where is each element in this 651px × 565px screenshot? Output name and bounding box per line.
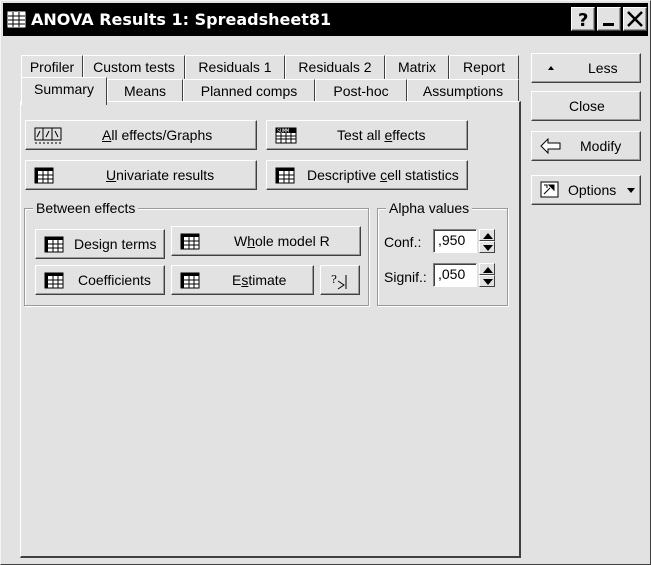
svg-text:?: ? — [578, 10, 588, 30]
arrow-up-icon — [483, 233, 493, 239]
coefficients-button[interactable]: Coefficients — [35, 265, 165, 295]
all-effects-graphs-button[interactable]: All effects/Graphs — [25, 120, 257, 150]
formula-icon: ? — [330, 271, 352, 294]
signif-spin-down[interactable] — [479, 275, 495, 287]
sum-table-icon: SUMM — [275, 127, 297, 148]
back-arrow-icon — [540, 137, 562, 157]
table-icon — [180, 233, 200, 253]
table-icon — [275, 167, 295, 187]
svg-text:SUMM: SUMM — [277, 129, 289, 135]
options-button[interactable]: Options — [531, 175, 641, 205]
graph-icon — [34, 127, 64, 148]
estimate-formula-button[interactable]: ? — [320, 265, 360, 295]
signif-spinner[interactable] — [479, 263, 495, 287]
modify-button[interactable]: Modify — [531, 131, 641, 161]
tab-matrix[interactable]: Matrix — [385, 55, 449, 79]
arrow-up-icon — [483, 267, 493, 273]
minimize-button[interactable] — [597, 7, 621, 31]
alpha-values-group: Alpha values Conf.: ,950 Signif.: ,050 — [377, 200, 508, 306]
signif-spin-up[interactable] — [479, 263, 495, 275]
tab-assumptions[interactable]: Assumptions — [407, 79, 519, 103]
descriptive-cell-statistics-button[interactable]: Descriptive cell statistics — [266, 160, 468, 190]
conf-spin-up[interactable] — [479, 229, 495, 241]
tab-report[interactable]: Report — [449, 55, 519, 79]
svg-text:?: ? — [331, 273, 337, 286]
tab-post-hoc[interactable]: Post-hoc — [315, 79, 407, 103]
tab-profiler[interactable]: Profiler — [21, 55, 83, 79]
help-button[interactable]: ? — [571, 7, 595, 31]
table-icon — [44, 236, 64, 256]
less-button[interactable]: Less — [531, 53, 641, 83]
chevron-down-icon — [626, 182, 636, 201]
collapse-arrow-icon — [546, 60, 556, 79]
design-terms-button[interactable]: Design terms — [35, 229, 165, 259]
close-icon — [627, 11, 643, 27]
arrow-down-icon — [483, 279, 493, 285]
estimate-button[interactable]: Estimate — [171, 265, 314, 295]
whole-model-r-button[interactable]: Whole model R — [171, 226, 361, 256]
tab-custom-tests[interactable]: Custom tests — [83, 55, 185, 79]
table-icon — [34, 167, 54, 187]
conf-field[interactable]: ,950 — [433, 229, 477, 253]
table-icon — [180, 272, 200, 292]
test-all-effects-button[interactable]: SUMM Test all effects — [266, 120, 468, 150]
between-effects-group: Between effects Design terms Whole model… — [24, 200, 369, 306]
conf-label: Conf.: — [384, 234, 422, 250]
tab-residuals-2[interactable]: Residuals 2 — [285, 55, 385, 79]
between-effects-title: Between effects — [33, 200, 139, 216]
title-bar[interactable]: ANOVA Results 1: Spreadsheet81 ? — [3, 3, 648, 36]
conf-spinner[interactable] — [479, 229, 495, 253]
tab-residuals-1[interactable]: Residuals 1 — [185, 55, 285, 79]
table-icon — [44, 272, 64, 292]
alpha-values-title: Alpha values — [386, 200, 473, 216]
options-tool-icon — [540, 181, 560, 202]
arrow-down-icon — [483, 245, 493, 251]
window-title: ANOVA Results 1: Spreadsheet81 — [31, 10, 332, 29]
tab-means[interactable]: Means — [107, 79, 183, 103]
spreadsheet-app-icon — [7, 11, 27, 29]
summary-panel: All effects/Graphs SUMM Test all effects — [20, 101, 521, 558]
conf-spin-down[interactable] — [479, 241, 495, 253]
tab-summary[interactable]: Summary — [21, 77, 107, 105]
signif-label: Signif.: — [384, 269, 427, 285]
signif-field[interactable]: ,050 — [433, 263, 477, 287]
tab-planned-comps[interactable]: Planned comps — [183, 79, 315, 103]
anova-results-window: ANOVA Results 1: Spreadsheet81 ? Profile… — [0, 0, 651, 565]
univariate-results-button[interactable]: Univariate results — [25, 160, 257, 190]
close-button[interactable]: Close — [531, 91, 641, 121]
close-window-button[interactable] — [623, 7, 647, 31]
